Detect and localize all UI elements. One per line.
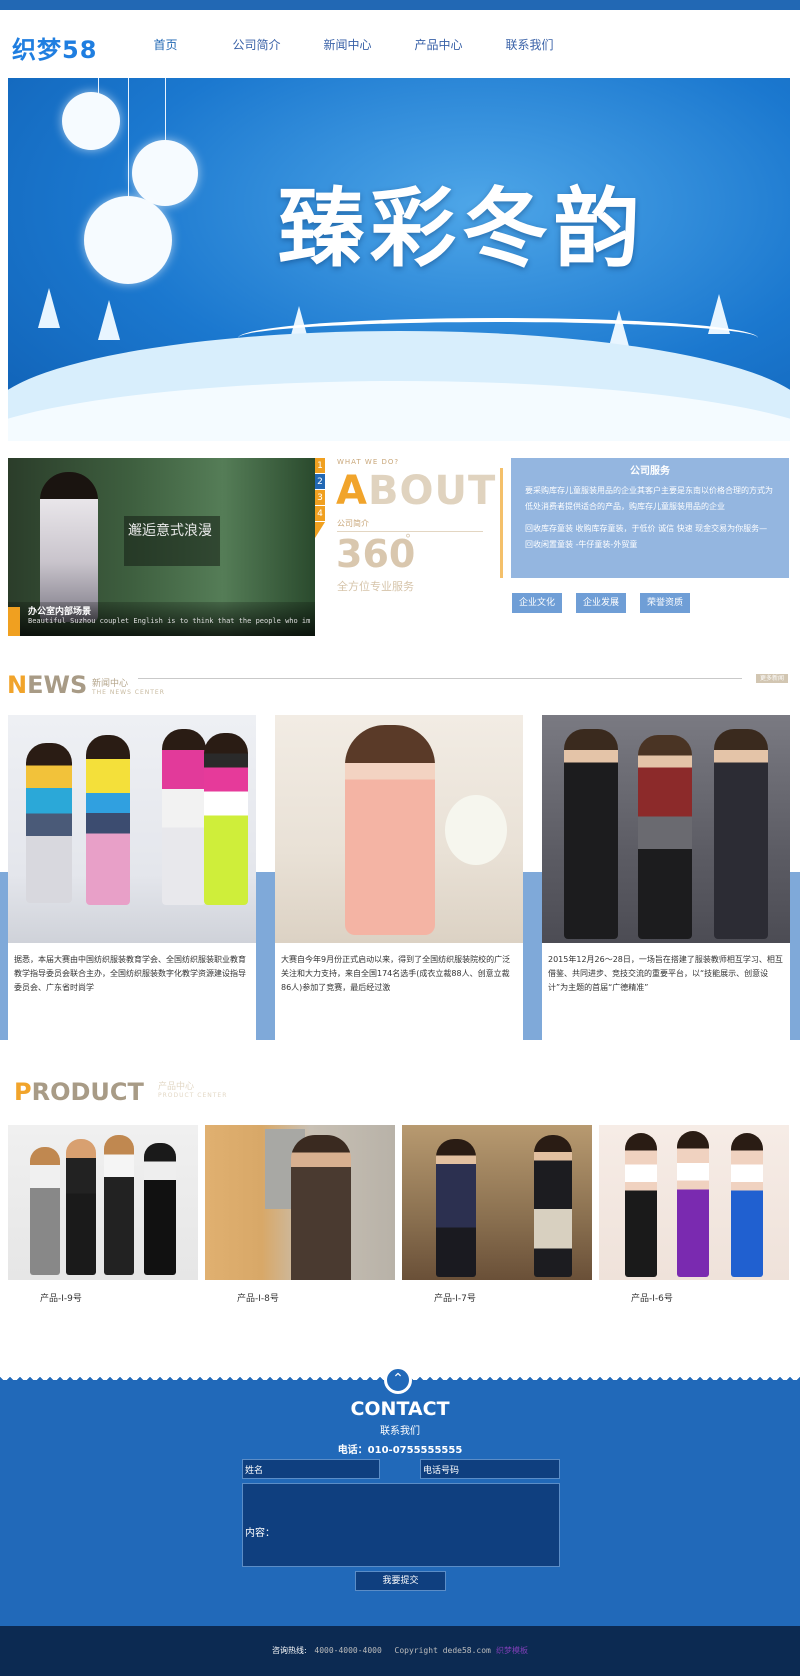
up-arrow-icon[interactable]: ⌃ xyxy=(384,1366,412,1394)
slide-caption: 办公室内部场景 Beautiful Suzhou couplet English… xyxy=(8,602,315,636)
nav-home[interactable]: 首页 xyxy=(120,36,211,53)
service-box: 公司服务 要采购库存儿童服装用品的企业其客户主要是东南以价格合理的方式为低处消费… xyxy=(511,458,789,578)
product-heading-rest: RODUCT xyxy=(31,1078,144,1106)
news-heading-rest: EWS xyxy=(27,671,88,699)
product-label[interactable]: 产品-I-6号 xyxy=(599,1291,789,1304)
nav-contact[interactable]: 联系我们 xyxy=(484,36,575,53)
service-text: 回收库存童装 收购库存童装，于低价 诚信 快速 现金交易为你服务—回收闲置童装 … xyxy=(525,524,768,549)
slide-sign: 邂逅意式浪漫 xyxy=(124,516,220,566)
slide-dot-1[interactable]: 1 xyxy=(315,458,325,474)
news-en-title: THE NEWS CENTER xyxy=(92,689,165,696)
site-logo[interactable]: 织梦58 xyxy=(12,30,97,65)
product-label[interactable]: 产品-I-9号 xyxy=(8,1291,198,1304)
news-summary: 大赛自今年9月份正式启动以来，得到了全国纺织服装院校的广泛关注和大力支持，来自全… xyxy=(281,955,511,992)
divider xyxy=(500,468,503,578)
slide-dot-4[interactable]: 4 xyxy=(315,506,325,522)
tree-decoration xyxy=(98,300,120,340)
banner-swirl xyxy=(238,318,758,358)
model-photo xyxy=(40,472,98,622)
nav-about[interactable]: 公司简介 xyxy=(211,36,302,53)
slide-caption-title: 办公室内部场景 xyxy=(28,607,92,617)
tree-decoration xyxy=(38,288,60,328)
main-nav: 首页 公司简介 新闻中心 产品中心 联系我们 xyxy=(120,36,575,53)
nav-products[interactable]: 产品中心 xyxy=(393,36,484,53)
service-text: 要采购库存儿童服装用品的企业其客户主要是东南以价格合理的方式为低处消费者提供适合… xyxy=(525,486,773,511)
site-header: 织梦58 首页 公司简介 新闻中心 产品中心 联系我们 xyxy=(0,10,800,78)
about-tagline: 全方位专业服务 xyxy=(337,580,414,593)
news-cn-title: 新闻中心 xyxy=(92,679,129,689)
hero-banner[interactable]: 臻彩冬韵 xyxy=(8,78,790,441)
contact-phone: 电话：010-0755555555 xyxy=(337,1445,463,1456)
news-card[interactable]: 大赛自今年9月份正式启动以来，得到了全国纺织服装院校的广泛关注和大力支持，来自全… xyxy=(275,715,523,1040)
about-heading: ABOUT xyxy=(336,468,496,514)
about-number: 360 xyxy=(336,532,416,576)
about-heading-rest: BOUT xyxy=(367,468,497,514)
snowflake-ornament xyxy=(132,140,198,206)
ornament-string xyxy=(165,78,166,143)
product-card[interactable]: 产品-I-6号 xyxy=(599,1125,789,1304)
service-title: 公司服务 xyxy=(630,466,670,477)
snowflake-ornament xyxy=(62,92,120,150)
news-image xyxy=(8,715,256,943)
about-eyebrow: WHAT WE DO? xyxy=(337,458,400,466)
slide-accent xyxy=(8,607,20,636)
site-footer: 咨询热线: 4000-4000-4000 Copyright dede58.co… xyxy=(0,1626,800,1676)
product-card[interactable]: 产品-I-8号 xyxy=(205,1125,395,1304)
footer-link[interactable]: 织梦模板 xyxy=(496,1646,528,1655)
hotline-number: 4000-4000-4000 xyxy=(314,1646,382,1655)
product-image xyxy=(205,1125,395,1280)
product-card[interactable]: 产品-I-9号 xyxy=(8,1125,198,1304)
submit-button[interactable]: 我要提交 xyxy=(355,1571,446,1591)
slide-pager: 1 2 3 4 xyxy=(315,458,325,522)
news-more-link[interactable]: 更多新闻 xyxy=(756,674,788,683)
product-image xyxy=(8,1125,198,1280)
copyright-text: Copyright dede58.com xyxy=(394,1646,491,1655)
about-degree: ° xyxy=(405,532,411,546)
news-image xyxy=(542,715,790,943)
culture-button[interactable]: 企业文化 xyxy=(512,593,563,613)
divider xyxy=(138,678,742,679)
top-accent-bar xyxy=(0,0,800,10)
slide-dot-3[interactable]: 3 xyxy=(315,490,325,506)
about-heading-first: A xyxy=(336,468,368,514)
nav-news[interactable]: 新闻中心 xyxy=(302,36,393,53)
contact-subtitle: 联系我们 xyxy=(380,1426,420,1437)
news-card[interactable]: 2015年12月26～28日，一场旨在搭建了服装教师相互学习、相互借鉴、共同进步… xyxy=(542,715,790,1040)
product-en-title: PRODUCT CENTER xyxy=(158,1092,228,1099)
about-slideshow[interactable]: 邂逅意式浪漫 办公室内部场景 Beautiful Suzhou couplet … xyxy=(8,458,315,636)
hotline-label: 咨询热线: xyxy=(272,1646,307,1655)
news-heading-first: N xyxy=(7,671,28,699)
development-button[interactable]: 企业发展 xyxy=(576,593,627,613)
product-label[interactable]: 产品-I-8号 xyxy=(205,1291,395,1304)
news-image xyxy=(275,715,523,943)
name-field[interactable]: 姓名 xyxy=(242,1459,380,1479)
product-image xyxy=(402,1125,592,1280)
news-summary: 2015年12月26～28日，一场旨在搭建了服装教师相互学习、相互借鉴、共同进步… xyxy=(548,955,783,992)
about-buttons: 企业文化 企业发展 荣誉资质 xyxy=(512,593,704,613)
phone-field[interactable]: 电话号码 xyxy=(420,1459,560,1479)
product-cn-title: 产品中心 xyxy=(158,1082,195,1092)
slide-caption-text: Beautiful Suzhou couplet English is to t… xyxy=(28,617,311,625)
slide-dot-2[interactable]: 2 xyxy=(315,474,325,490)
news-heading: NEWS xyxy=(7,671,87,699)
contact-title: CONTACT xyxy=(350,1398,450,1420)
news-card[interactable]: 据悉，本届大赛由中国纺织服装教育学会、全国纺织服装职业教育教学指导委员会联合主办… xyxy=(8,715,256,1040)
ornament-string xyxy=(128,78,129,198)
news-summary: 据悉，本届大赛由中国纺织服装教育学会、全国纺织服装职业教育教学指导委员会联合主办… xyxy=(14,955,246,992)
banner-title: 臻彩冬韵 xyxy=(278,178,646,279)
product-label[interactable]: 产品-I-7号 xyxy=(402,1291,592,1304)
snowflake-ornament xyxy=(84,196,172,284)
product-image xyxy=(599,1125,789,1280)
pager-triangle xyxy=(315,522,325,538)
honors-button[interactable]: 荣誉资质 xyxy=(640,593,691,613)
product-card[interactable]: 产品-I-7号 xyxy=(402,1125,592,1304)
content-textarea[interactable]: 内容： xyxy=(242,1483,560,1567)
product-heading: PRODUCT xyxy=(14,1078,144,1106)
product-heading-first: P xyxy=(14,1078,32,1106)
about-subtitle: 公司简介 xyxy=(337,519,369,528)
